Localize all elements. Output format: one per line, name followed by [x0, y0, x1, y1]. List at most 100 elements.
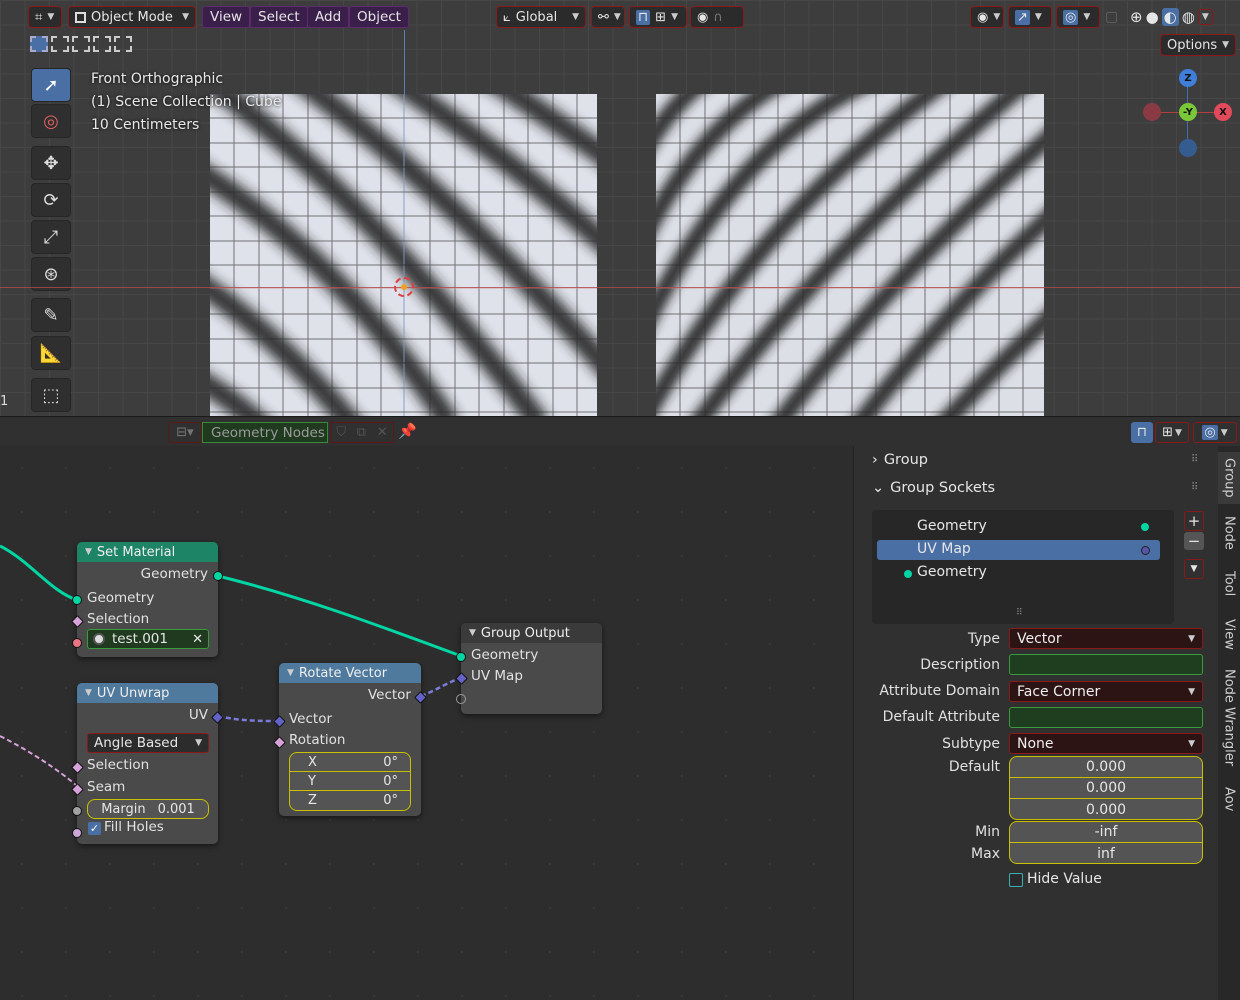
rotation-z-row[interactable]: Z 0°: [290, 791, 410, 810]
material-socket[interactable]: [72, 638, 82, 648]
cursor-tool[interactable]: ◎: [31, 104, 71, 138]
default-y[interactable]: 0.000: [1010, 778, 1202, 799]
out-geometry-socket[interactable]: [213, 571, 223, 581]
default-attribute-input[interactable]: [1009, 707, 1203, 728]
pivot-dropdown[interactable]: ⚯ ▼: [591, 6, 625, 28]
default-x[interactable]: 0.000: [1010, 757, 1202, 778]
min-max-field[interactable]: -inf inf: [1009, 821, 1203, 864]
margin-field[interactable]: Margin 0.001: [87, 799, 209, 819]
socket-item[interactable]: Geometry: [917, 518, 987, 534]
node-tree-browse[interactable]: ⊟▾: [168, 422, 202, 443]
geometry-socket[interactable]: [456, 652, 466, 662]
group-output-node[interactable]: ▼ Group Output Geometry UV Map: [455, 623, 602, 714]
rotate-vector-header[interactable]: ▼ Rotate Vector: [279, 663, 421, 683]
resize-handle-icon[interactable]: ⠿: [1016, 608, 1023, 618]
collapse-icon[interactable]: ▼: [85, 547, 92, 557]
gizmo-x-axis[interactable]: X: [1214, 103, 1232, 121]
in-geometry-socket[interactable]: [72, 595, 82, 605]
socket-item[interactable]: Geometry: [917, 564, 987, 580]
add-socket-button[interactable]: +: [1184, 511, 1204, 531]
editor-type-button[interactable]: ⌗ ▼: [28, 6, 62, 28]
material-shading-icon[interactable]: ◐: [1161, 8, 1179, 26]
socket-specials-button[interactable]: ▼: [1184, 559, 1204, 579]
set-material-header[interactable]: ▼ Set Material: [77, 542, 218, 562]
type-dropdown[interactable]: Vector ▼: [1009, 628, 1203, 649]
gizmo-neg-x-axis[interactable]: [1143, 103, 1161, 121]
unwrap-method-dropdown[interactable]: Angle Based ▼: [87, 733, 209, 753]
fill-holes-checkbox[interactable]: ✓: [88, 822, 101, 835]
xray-icon[interactable]: ▢: [1105, 9, 1118, 25]
unlink-icon[interactable]: ✕: [377, 425, 388, 440]
overlay-toggle[interactable]: ◎ ▼: [1056, 6, 1100, 28]
3d-viewport[interactable]: ⌗ ▼ Object Mode ▼ View Select Add Object …: [0, 0, 1240, 416]
node-tree-actions[interactable]: ⛉ ⧉ ✕: [330, 422, 394, 443]
snap-magnet-icon[interactable]: ⊓: [1131, 422, 1153, 443]
select-difference-icon[interactable]: [93, 36, 111, 52]
fill-holes-socket[interactable]: [72, 828, 82, 838]
tab-node-wrangler[interactable]: Node Wrangler: [1218, 662, 1240, 774]
drag-handle-icon[interactable]: ⠿: [1191, 482, 1198, 493]
remove-socket-button[interactable]: −: [1184, 532, 1204, 550]
node-overlay-dropdown[interactable]: ◎ ▼: [1193, 422, 1237, 443]
pin-icon[interactable]: 📌: [398, 422, 417, 440]
material-field[interactable]: test.001 ✕: [87, 629, 209, 649]
proportional-edit[interactable]: ◉ ∩: [690, 6, 744, 28]
select-extend-icon[interactable]: [51, 36, 69, 52]
node-canvas[interactable]: ▼ Set Material Geometry Geometry Selecti…: [0, 446, 853, 1000]
chevron-down-icon[interactable]: ▼: [1197, 9, 1213, 25]
gizmo-neg-y-axis[interactable]: -Y: [1179, 103, 1197, 121]
select-mode-group[interactable]: [30, 36, 132, 52]
uv-unwrap-header[interactable]: ▼ UV Unwrap: [77, 683, 218, 703]
measure-tool[interactable]: 📐: [31, 336, 71, 370]
description-input[interactable]: [1009, 654, 1203, 675]
options-dropdown[interactable]: Options ▼: [1160, 34, 1236, 56]
menu-add[interactable]: Add: [307, 6, 350, 28]
select-box-tool[interactable]: ➚: [31, 68, 71, 102]
tab-group[interactable]: Group: [1218, 452, 1240, 504]
subtype-dropdown[interactable]: None ▼: [1009, 733, 1203, 754]
rotate-vector-node[interactable]: ▼ Rotate Vector Vector Vector Rotation X…: [273, 663, 427, 816]
wireframe-shading-icon[interactable]: ⊕: [1130, 8, 1143, 26]
snap-grid-dropdown[interactable]: ⊞ ▼: [1155, 422, 1189, 443]
collapse-icon[interactable]: ▼: [85, 688, 92, 698]
group-output-header[interactable]: ▼ Group Output: [461, 623, 602, 643]
attribute-domain-dropdown[interactable]: Face Corner ▼: [1009, 681, 1203, 702]
rotation-xyz-field[interactable]: X 0° Y 0° Z 0°: [289, 752, 411, 811]
menu-object[interactable]: Object: [349, 6, 409, 28]
sockets-panel-header[interactable]: ⌄ Group Sockets: [872, 480, 995, 496]
shading-modes[interactable]: ⊕ ● ◐ ◍ ▼: [1130, 6, 1238, 28]
close-icon[interactable]: ✕: [192, 632, 203, 647]
duplicate-icon[interactable]: ⧉: [357, 425, 366, 440]
select-subtract-icon[interactable]: [72, 36, 90, 52]
menu-select[interactable]: Select: [250, 6, 308, 28]
tab-tool[interactable]: Tool: [1218, 564, 1240, 604]
move-tool[interactable]: ✥: [31, 146, 71, 180]
scale-tool[interactable]: ⤢: [31, 220, 71, 254]
solid-shading-icon[interactable]: ●: [1146, 8, 1159, 26]
rotation-x-row[interactable]: X 0°: [290, 753, 410, 772]
set-material-node[interactable]: ▼ Set Material Geometry Geometry Selecti…: [71, 542, 223, 657]
fake-user-icon[interactable]: ⛉: [336, 425, 346, 440]
socket-item-selected[interactable]: UV Map: [877, 540, 1160, 560]
orientation-dropdown[interactable]: ⟀ Global ▼: [496, 6, 586, 28]
annotate-tool[interactable]: ✎: [31, 298, 71, 332]
gizmo-neg-z-axis[interactable]: [1179, 139, 1197, 157]
tab-node[interactable]: Node: [1218, 510, 1240, 556]
select-intersect-icon[interactable]: [114, 36, 132, 52]
max-value[interactable]: inf: [1010, 843, 1202, 863]
min-value[interactable]: -inf: [1010, 822, 1202, 843]
rendered-shading-icon[interactable]: ◍: [1182, 8, 1195, 26]
node-tree-name[interactable]: Geometry Nodes: [202, 422, 328, 443]
collapse-icon[interactable]: ▼: [287, 668, 294, 678]
margin-socket[interactable]: [72, 806, 82, 816]
empty-socket[interactable]: [456, 694, 466, 704]
socket-list[interactable]: Geometry UV Map Geometry ⠿: [872, 510, 1174, 624]
transform-tool[interactable]: ⊛: [31, 257, 71, 291]
group-panel-header[interactable]: › Group: [872, 452, 928, 468]
rotate-tool[interactable]: ⟳: [31, 183, 71, 217]
visibility-dropdown[interactable]: ◉ ▼: [970, 6, 1004, 28]
add-cube-tool[interactable]: ⬚: [31, 378, 71, 412]
select-new-icon[interactable]: [30, 36, 48, 52]
hide-value-checkbox[interactable]: [1009, 873, 1023, 887]
rotation-y-row[interactable]: Y 0°: [290, 772, 410, 791]
